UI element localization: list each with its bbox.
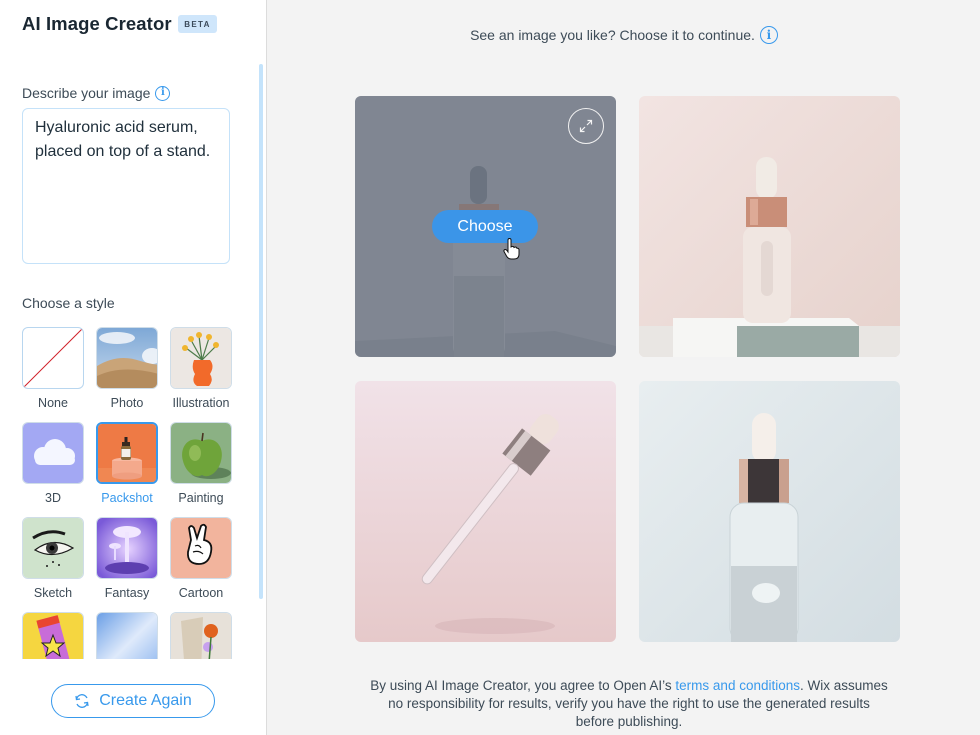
sidebar: AI Image Creator BETA Describe your imag… bbox=[0, 0, 267, 735]
style-label: Choose a style bbox=[22, 295, 115, 311]
result-image-2[interactable] bbox=[639, 96, 900, 357]
floating-dropper-image bbox=[355, 381, 616, 642]
3d-thumbnail bbox=[22, 422, 84, 484]
style-name: Painting bbox=[178, 491, 224, 505]
app-title: AI Image Creator bbox=[22, 13, 172, 34]
sidebar-scrollbar[interactable] bbox=[259, 64, 263, 599]
style-name: 3D bbox=[45, 491, 61, 505]
style-option-photo[interactable]: Photo bbox=[96, 327, 158, 410]
desert-dunes-image bbox=[97, 328, 157, 388]
result-image-4[interactable] bbox=[639, 381, 900, 642]
cloud-image bbox=[23, 423, 83, 483]
pop-art-can-image bbox=[23, 613, 83, 659]
create-again-label: Create Again bbox=[99, 692, 192, 709]
result-image-1[interactable]: Choose bbox=[355, 96, 616, 357]
create-again-button[interactable]: Create Again bbox=[51, 684, 215, 718]
fantasy-thumbnail bbox=[96, 517, 158, 579]
style-option-sketch[interactable]: Sketch bbox=[22, 517, 84, 600]
packshot-bottle-image bbox=[98, 424, 156, 482]
style-option-3d[interactable]: 3D bbox=[22, 422, 84, 505]
none-thumbnail bbox=[22, 327, 84, 389]
collage-rose-image bbox=[171, 613, 231, 659]
terms-link[interactable]: terms and conditions bbox=[675, 678, 800, 693]
serum-bottle-droplet-image bbox=[639, 381, 900, 642]
disclaimer-before: By using AI Image Creator, you agree to … bbox=[370, 678, 676, 693]
style-option-fantasy[interactable]: Fantasy bbox=[96, 517, 158, 600]
blue-silk-image bbox=[97, 613, 157, 659]
hint-text: See an image you like? Choose it to cont… bbox=[268, 26, 980, 44]
style-option-packshot[interactable]: Packshot bbox=[96, 422, 158, 505]
style-option-collage[interactable] bbox=[170, 612, 232, 659]
expand-button[interactable] bbox=[568, 108, 604, 144]
cartoon-thumbnail bbox=[170, 517, 232, 579]
style-name: Cartoon bbox=[178, 586, 224, 600]
style-name: Sketch bbox=[33, 586, 73, 600]
apple-painting-image bbox=[171, 423, 231, 483]
info-icon[interactable]: i bbox=[155, 85, 171, 101]
collage-thumbnail bbox=[170, 612, 232, 659]
style-option-cartoon[interactable]: Cartoon bbox=[170, 517, 232, 600]
cartoon-hand-image bbox=[171, 518, 231, 578]
illustration-thumbnail bbox=[170, 327, 232, 389]
painting-thumbnail bbox=[170, 422, 232, 484]
prompt-input[interactable] bbox=[22, 108, 230, 264]
packshot-thumbnail bbox=[96, 422, 158, 484]
none-slash-icon bbox=[23, 328, 83, 388]
style-name: None bbox=[38, 396, 68, 410]
style-name: Packshot bbox=[101, 491, 153, 505]
style-option-painting[interactable]: Painting bbox=[170, 422, 232, 505]
abstract-thumbnail bbox=[96, 612, 158, 659]
photo-thumbnail bbox=[96, 327, 158, 389]
disclaimer: By using AI Image Creator, you agree to … bbox=[370, 677, 888, 731]
style-option-abstract[interactable] bbox=[96, 612, 158, 659]
style-name: Fantasy bbox=[104, 586, 150, 600]
style-grid: None Photo Illustration 3D Packshot Pain… bbox=[22, 327, 237, 659]
style-name: Photo bbox=[110, 396, 144, 410]
describe-label: Describe your image i bbox=[22, 85, 171, 101]
sketch-thumbnail bbox=[22, 517, 84, 579]
eye-sketch-image bbox=[23, 518, 83, 578]
serum-bottle-pink-image bbox=[639, 96, 900, 357]
info-icon[interactable]: i bbox=[759, 26, 778, 44]
style-option-pop-art[interactable] bbox=[22, 612, 84, 659]
pop-art-thumbnail bbox=[22, 612, 84, 659]
choose-button[interactable]: Choose bbox=[432, 210, 538, 243]
hint-label: See an image you like? Choose it to cont… bbox=[470, 27, 755, 43]
beta-badge: BETA bbox=[178, 15, 217, 33]
style-name: Illustration bbox=[172, 396, 230, 410]
flower-vase-image bbox=[171, 328, 231, 388]
style-option-none[interactable]: None bbox=[22, 327, 84, 410]
refresh-icon bbox=[75, 694, 89, 708]
style-option-illustration[interactable]: Illustration bbox=[170, 327, 232, 410]
describe-label-text: Describe your image bbox=[22, 85, 151, 101]
glowing-mushrooms-image bbox=[97, 518, 157, 578]
result-image-3[interactable] bbox=[355, 381, 616, 642]
hand-cursor-icon bbox=[503, 238, 520, 260]
expand-icon bbox=[579, 119, 593, 133]
